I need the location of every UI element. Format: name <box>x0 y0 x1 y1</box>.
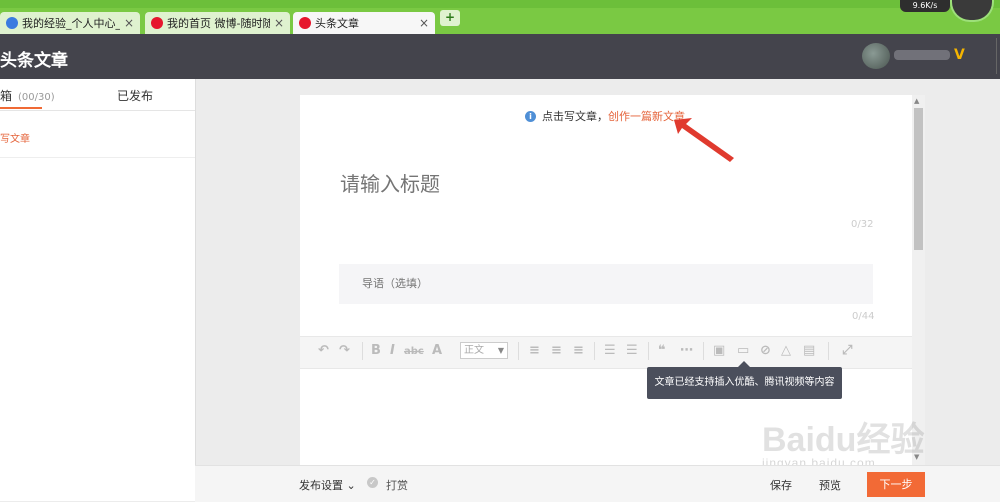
toolbar-divider <box>828 342 829 360</box>
hint-text: 点击写文章， <box>542 110 608 123</box>
weibo-icon <box>299 17 311 29</box>
scroll-up-icon[interactable]: ▲ <box>914 97 919 105</box>
close-icon[interactable]: × <box>419 16 429 30</box>
drafts-count: (00/30) <box>18 92 55 103</box>
ordered-list-icon[interactable]: ☰ <box>604 343 616 358</box>
username-redacted[interactable] <box>894 50 950 60</box>
unordered-list-icon[interactable]: ☰ <box>626 343 638 358</box>
undo-icon[interactable]: ↶ <box>318 343 329 358</box>
chevron-down-icon: ▼ <box>497 346 504 355</box>
toolbar-divider <box>703 342 704 360</box>
horizontal-rule-icon[interactable]: ⋯ <box>680 343 693 358</box>
font-size-icon[interactable]: A <box>432 343 442 358</box>
net-speed-badge: 9.6K/s <box>900 0 950 12</box>
tab-published[interactable]: 已发布 <box>117 87 153 104</box>
fullscreen-icon[interactable]: ⤢ <box>842 343 852 358</box>
weibo-icon <box>151 17 163 29</box>
close-icon[interactable]: × <box>274 16 284 30</box>
title-input[interactable] <box>340 172 840 196</box>
link-icon[interactable]: ⊘ <box>760 343 771 358</box>
tab-headline-article[interactable]: 头条文章 × <box>293 12 435 34</box>
header-divider <box>996 38 997 74</box>
embed-icon[interactable]: ▤ <box>803 343 815 358</box>
info-icon: i <box>525 110 536 122</box>
divider <box>0 157 195 158</box>
lock-icon[interactable]: △ <box>781 343 791 358</box>
reward-label[interactable]: 打赏 <box>386 477 408 493</box>
italic-icon[interactable]: I <box>390 343 395 358</box>
page-title: 头条文章 <box>0 51 68 71</box>
sidebar: 箱 (00/30) 已发布 写文章 <box>0 79 196 501</box>
video-support-tooltip: 文章已经支持插入优酷、腾讯视频等内容 <box>647 367 842 399</box>
lead-input[interactable] <box>362 277 842 290</box>
quote-icon[interactable]: ❝ <box>658 343 666 358</box>
baidu-watermark-logo: Baidu经验 <box>762 421 925 459</box>
toolbar-divider <box>518 342 519 360</box>
format-select[interactable]: 正文 ▼ <box>460 342 508 359</box>
image-icon[interactable]: ▣ <box>713 343 725 358</box>
tab-weibo[interactable]: 我的首页 微博-随时随地 × <box>145 12 290 34</box>
strikethrough-icon[interactable]: abc <box>404 346 424 357</box>
scrollbar-thumb[interactable] <box>914 108 923 250</box>
write-hint: i 点击写文章， 创作一篇新文章 <box>525 108 685 124</box>
toolbar-divider <box>362 342 363 360</box>
next-step-button[interactable]: 下一步 <box>867 472 925 497</box>
toolbar-divider <box>648 342 649 360</box>
active-tab-indicator <box>0 107 42 109</box>
bold-icon[interactable]: B <box>371 343 381 358</box>
baidu-paw-icon <box>6 17 18 29</box>
save-button[interactable]: 保存 <box>770 477 792 493</box>
align-center-icon[interactable]: ≡ <box>551 343 562 358</box>
tab-baidu-experience[interactable]: 我的经验_个人中心_百度 × <box>0 12 140 34</box>
bookmark-bar <box>0 0 1000 8</box>
redo-icon[interactable]: ↷ <box>339 343 350 358</box>
chevron-down-icon: ⌄ <box>343 479 356 492</box>
toolbar-divider <box>594 342 595 360</box>
new-tab-button[interactable]: + <box>440 10 460 26</box>
publish-settings-dropdown[interactable]: 发布设置 ⌄ <box>299 477 356 493</box>
publish-settings-label: 发布设置 <box>299 479 343 492</box>
align-right-icon[interactable]: ≡ <box>573 343 584 358</box>
format-select-value: 正文 <box>464 345 484 356</box>
lead-char-count: 0/44 <box>852 311 875 322</box>
tab-drafts-label: 箱 <box>0 89 13 103</box>
tab-drafts[interactable]: 箱 (00/30) <box>0 87 55 104</box>
avatar[interactable] <box>862 43 890 69</box>
verified-v-icon: V <box>954 47 965 63</box>
tab-strip: 我的经验_个人中心_百度 × 我的首页 微博-随时随地 × 头条文章 × <box>0 8 1000 34</box>
preview-button[interactable]: 预览 <box>819 477 841 493</box>
title-char-count: 0/32 <box>851 219 874 230</box>
app-header <box>0 34 1000 79</box>
reward-check-icon[interactable]: ✓ <box>367 477 378 488</box>
draft-list-item[interactable]: 写文章 <box>0 130 30 145</box>
align-left-icon[interactable]: ≡ <box>529 343 540 358</box>
video-icon[interactable]: ▭ <box>737 343 749 358</box>
divider <box>0 110 195 111</box>
red-arrow-annotation <box>674 118 734 162</box>
close-icon[interactable]: × <box>124 16 134 30</box>
